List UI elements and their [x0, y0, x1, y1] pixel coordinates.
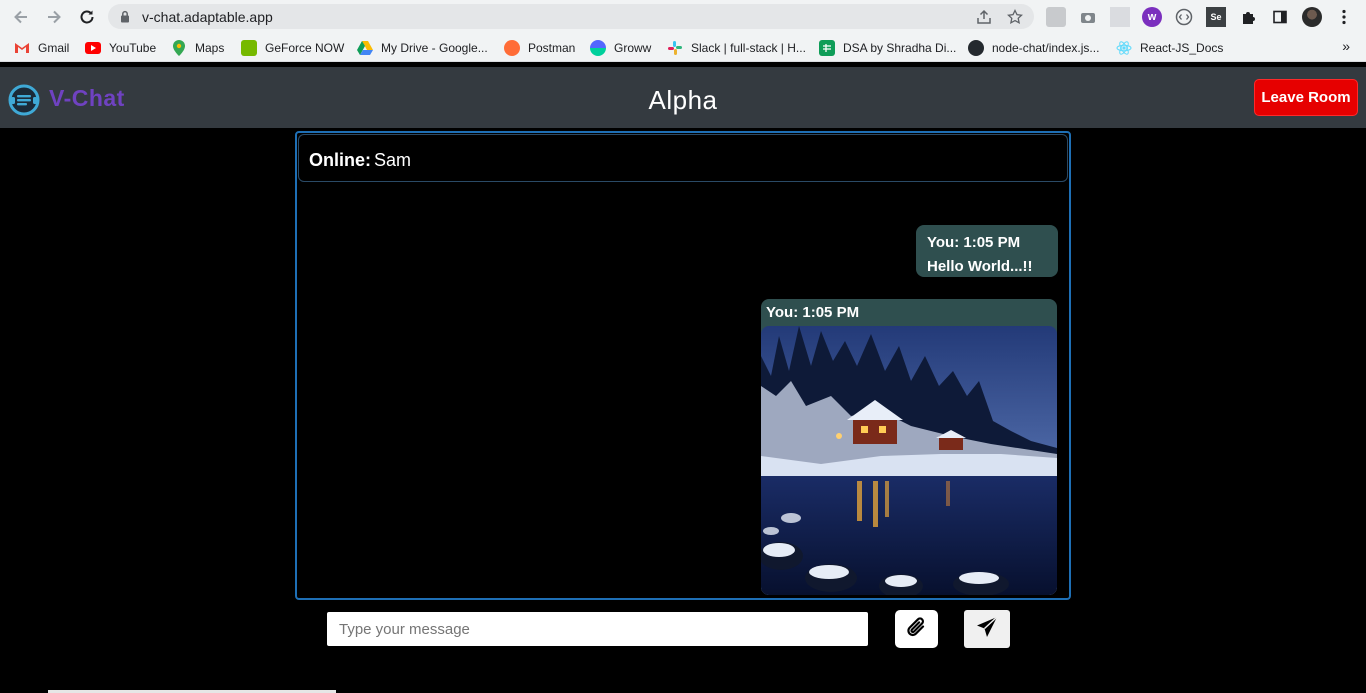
github-icon [968, 40, 984, 56]
bookmark-slack[interactable]: Slack | full-stack | H... [667, 39, 806, 57]
puzzle-icon[interactable] [1238, 7, 1258, 27]
bookmark-gmail[interactable]: Gmail [14, 39, 69, 57]
bookmark-react-docs[interactable]: React-JS_Docs [1116, 39, 1223, 57]
bookmark-postman[interactable]: Postman [504, 39, 575, 57]
send-icon [976, 615, 998, 643]
postman-icon [504, 40, 520, 56]
reload-icon[interactable] [76, 6, 98, 28]
online-users-bar: Online: Sam [298, 134, 1068, 182]
geforce-now-icon [241, 40, 257, 56]
bookmark-label: node-chat/index.js... [992, 41, 1100, 55]
online-user-list: Sam [374, 150, 412, 170]
camera-icon[interactable] [1078, 7, 1098, 27]
app-header: V-Chat Alpha Leave Room [0, 67, 1366, 128]
bookmark-star-icon[interactable] [1006, 8, 1024, 26]
groww-icon [590, 40, 606, 56]
bookmark-dsa-sheet[interactable]: DSA by Shradha Di... [819, 39, 956, 57]
extension-w-icon[interactable]: w [1142, 7, 1162, 27]
more-bookmarks-icon[interactable]: » [1342, 38, 1350, 54]
extension-code-icon[interactable] [1174, 7, 1194, 27]
share-icon[interactable] [975, 8, 993, 26]
message-meta: You: 1:05 PM [927, 234, 1021, 251]
back-icon[interactable] [10, 6, 32, 28]
message-text: Hello World...!! [927, 258, 1033, 275]
address-bar[interactable]: v-chat.adaptable.app [108, 4, 1034, 29]
bookmark-geforce-now[interactable]: GeForce NOW [241, 39, 344, 57]
browser-toolbar: v-chat.adaptable.app w Se [0, 0, 1366, 33]
extension-1-icon[interactable] [1046, 7, 1066, 27]
bookmark-youtube[interactable]: YouTube [85, 39, 156, 57]
bookmark-label: YouTube [109, 41, 157, 55]
bookmark-github[interactable]: node-chat/index.js... [968, 39, 1099, 57]
message-bubble: You: 1:05 PM Hello World...!! [916, 225, 1058, 277]
slack-icon [667, 40, 683, 56]
bookmark-label: Groww [614, 41, 652, 55]
bookmark-maps[interactable]: Maps [171, 39, 224, 57]
youtube-icon [85, 42, 101, 54]
forward-icon[interactable] [43, 6, 65, 28]
send-button[interactable] [964, 610, 1010, 648]
leave-room-button[interactable]: Leave Room [1254, 79, 1358, 116]
extension-grid-icon[interactable] [1110, 7, 1130, 27]
online-label: Online: [309, 150, 371, 170]
google-drive-icon [357, 40, 373, 56]
room-title: Alpha [648, 85, 718, 115]
bookmark-label: Gmail [38, 41, 70, 55]
attach-file-button[interactable] [895, 610, 938, 648]
bookmark-label: Maps [195, 41, 225, 55]
message-input[interactable] [327, 612, 868, 646]
react-icon [1116, 40, 1132, 56]
bookmark-label: GeForce NOW [265, 41, 345, 55]
url-text: v-chat.adaptable.app [142, 9, 273, 25]
side-panel-icon[interactable] [1270, 7, 1290, 27]
image-message-bubble: You: 1:05 PM [761, 299, 1057, 595]
bookmark-label: React-JS_Docs [1140, 41, 1224, 55]
bookmarks-bar: Gmail YouTube Maps GeForce NOW My Drive … [0, 33, 1366, 62]
maps-icon [171, 40, 187, 56]
selenium-icon[interactable]: Se [1206, 7, 1226, 27]
menu-kebab-icon[interactable] [1334, 7, 1354, 27]
bookmark-label: My Drive - Google... [381, 41, 488, 55]
bookmark-groww[interactable]: Groww [590, 39, 651, 57]
bookmark-google-drive[interactable]: My Drive - Google... [357, 39, 488, 57]
gmail-icon [14, 40, 30, 56]
chat-window[interactable]: Online: Sam You: 1:05 PM Hello World...!… [295, 131, 1071, 600]
bookmark-label: Postman [528, 41, 576, 55]
google-sheets-icon [819, 40, 835, 56]
shared-image[interactable] [761, 326, 1057, 595]
bookmark-label: DSA by Shradha Di... [843, 41, 957, 55]
bookmark-label: Slack | full-stack | H... [691, 41, 806, 55]
message-meta: You: 1:05 PM [766, 304, 860, 321]
lock-icon [120, 10, 130, 28]
paperclip-icon [906, 615, 928, 644]
profile-avatar[interactable] [1302, 7, 1322, 27]
